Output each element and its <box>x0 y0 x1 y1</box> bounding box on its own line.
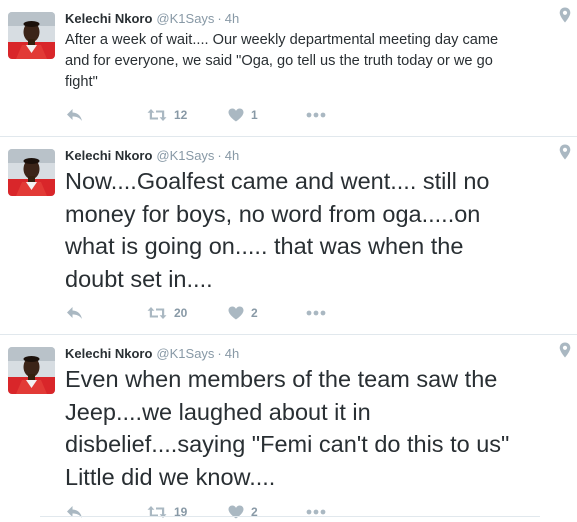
separator: · <box>217 11 222 26</box>
author-name[interactable]: Kelechi Nkoro <box>65 11 152 26</box>
tweet-actions: 12 1 <box>66 105 336 125</box>
retweet-icon <box>147 109 167 121</box>
like-count: 2 <box>251 306 258 320</box>
tweet[interactable]: Kelechi Nkoro @K1Says · 4h After a week of … <box>0 0 577 136</box>
avatar[interactable] <box>8 12 55 59</box>
author-name[interactable]: Kelechi Nkoro <box>65 346 152 361</box>
author-name[interactable]: Kelechi Nkoro <box>65 148 152 163</box>
tweet-header: Kelechi Nkoro @K1Says · 4h <box>65 147 239 164</box>
tweet[interactable]: Kelechi Nkoro @K1Says · 4h Now....Goalfest … <box>0 137 577 335</box>
avatar[interactable] <box>8 149 55 196</box>
tweet-text-line: money for boys, no word from oga.....on <box>65 200 481 227</box>
tweet-header: Kelechi Nkoro @K1Says · 4h <box>65 345 239 362</box>
more-button[interactable] <box>306 502 326 522</box>
timestamp[interactable]: 4h <box>225 11 239 26</box>
avatar-image <box>8 149 55 196</box>
like-count: 1 <box>251 108 258 122</box>
tweet[interactable]: Kelechi Nkoro @K1Says · 4h Even when member… <box>0 335 577 521</box>
tweet-text: Even when members of the team saw the Je… <box>65 363 575 493</box>
tweet-text-line: and for everyone, we said "Oga, go tell … <box>65 53 493 69</box>
avatar-image <box>8 347 55 394</box>
reply-icon <box>67 307 82 319</box>
more-icon <box>306 310 326 316</box>
tweet-actions: 19 2 <box>66 502 336 522</box>
retweet-count: 12 <box>174 108 188 122</box>
bottom-divider <box>40 516 540 517</box>
author-handle[interactable]: @K1Says <box>156 11 214 26</box>
avatar[interactable] <box>8 347 55 394</box>
tweet-text: After a week of wait.... Our weekly depa… <box>65 30 570 93</box>
reply-button[interactable] <box>66 303 83 323</box>
location-pin-icon[interactable] <box>559 342 571 358</box>
more-button[interactable] <box>306 303 326 323</box>
timestamp[interactable]: 4h <box>225 346 239 361</box>
author-handle[interactable]: @K1Says <box>156 148 214 163</box>
tweet-text-line: Now....Goalfest came and went.... still … <box>65 168 490 194</box>
heart-icon <box>228 108 244 122</box>
author-handle[interactable]: @K1Says <box>156 346 214 361</box>
location-pin-icon[interactable] <box>559 144 571 160</box>
tweet-text-line: Even when members of the team saw the <box>65 366 498 392</box>
tweet-text-line: disbelief....saying "Femi can't do this … <box>65 431 510 457</box>
like-button[interactable]: 1 <box>228 105 258 125</box>
tweet-header: Kelechi Nkoro @K1Says · 4h <box>65 10 239 27</box>
reply-button[interactable] <box>66 502 83 522</box>
tweet-text-line: Jeep....we laughed about it in <box>65 398 371 425</box>
heart-icon <box>228 306 244 320</box>
like-button[interactable]: 2 <box>228 502 258 522</box>
tweet-text-line: Little did we know.... <box>65 463 276 490</box>
separator: · <box>217 346 222 361</box>
avatar-image <box>8 12 55 59</box>
tweet-text: Now....Goalfest came and went.... still … <box>65 165 575 295</box>
more-icon <box>306 509 326 515</box>
retweet-button[interactable]: 20 <box>147 303 187 323</box>
reply-button[interactable] <box>66 105 83 125</box>
reply-icon <box>67 109 82 121</box>
tweet-text-line: what is going on..... that was when the <box>65 233 464 259</box>
retweet-button[interactable]: 19 <box>147 502 187 522</box>
more-button[interactable] <box>306 105 326 125</box>
more-icon <box>306 112 326 118</box>
separator: · <box>217 148 222 163</box>
tweet-text-line: After a week of wait.... Our weekly depa… <box>65 32 499 48</box>
timestamp[interactable]: 4h <box>225 148 239 163</box>
retweet-icon <box>147 307 167 319</box>
tweet-actions: 20 2 <box>66 303 336 323</box>
tweet-text-line: fight" <box>65 74 98 90</box>
retweet-count: 20 <box>174 306 188 320</box>
like-button[interactable]: 2 <box>228 303 258 323</box>
location-pin-icon[interactable] <box>559 7 571 23</box>
retweet-button[interactable]: 12 <box>147 105 187 125</box>
tweet-text-line: doubt set in.... <box>65 265 213 292</box>
